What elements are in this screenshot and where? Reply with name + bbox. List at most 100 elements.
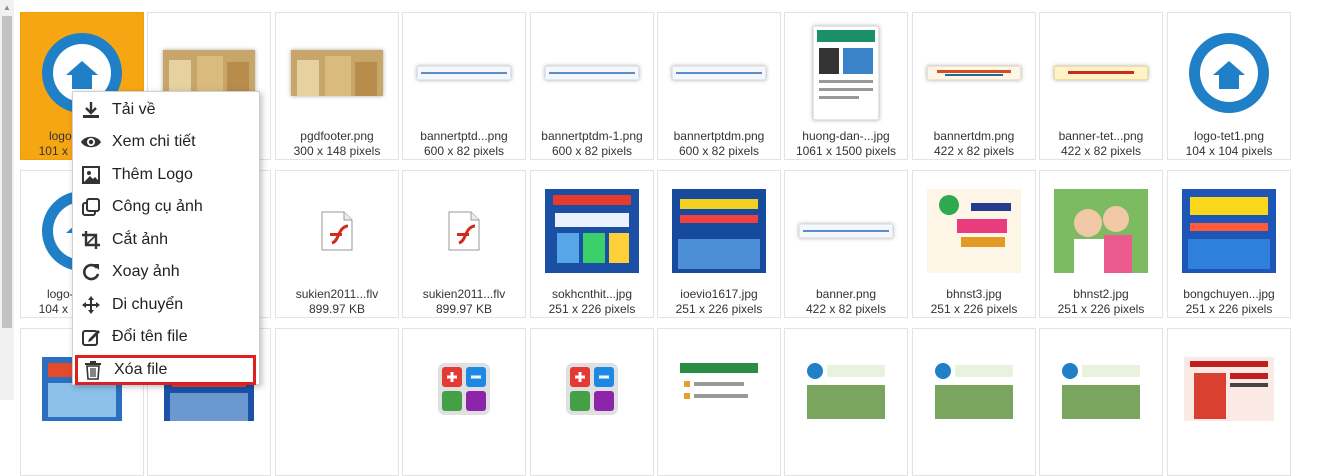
scrollbar-thumb[interactable] bbox=[2, 16, 12, 328]
file-name: logo-tet1.png bbox=[1193, 129, 1265, 143]
file-tile[interactable]: logo-tet1.png 104 x 104 pixels bbox=[1167, 12, 1291, 160]
menu-item-label: Đổi tên file bbox=[112, 328, 188, 345]
file-size: 251 x 226 pixels bbox=[930, 302, 1018, 316]
file-tile[interactable]: sokhcnthit...jpg 251 x 226 pixels bbox=[530, 170, 654, 318]
file-thumbnail bbox=[289, 25, 385, 121]
file-size: 422 x 82 pixels bbox=[1060, 144, 1142, 158]
file-thumbnail bbox=[416, 25, 512, 121]
file-tile[interactable] bbox=[530, 328, 654, 476]
file-size: 600 x 82 pixels bbox=[423, 144, 505, 158]
menu-item-move[interactable]: Di chuyển bbox=[73, 290, 259, 320]
file-tile[interactable]: bannertptd...png 600 x 82 pixels bbox=[402, 12, 526, 160]
file-tile[interactable]: bannertptdm.png 600 x 82 pixels bbox=[657, 12, 781, 160]
file-size: 600 x 82 pixels bbox=[551, 144, 633, 158]
file-thumbnail bbox=[544, 183, 640, 279]
file-name: banner.png bbox=[815, 287, 877, 301]
file-name: bongchuyen...jpg bbox=[1183, 287, 1275, 301]
file-name: bhnst3.jpg bbox=[946, 287, 1002, 301]
rename-icon bbox=[80, 326, 102, 348]
file-thumbnail bbox=[544, 341, 640, 437]
file-tile[interactable] bbox=[784, 328, 908, 476]
file-thumbnail bbox=[544, 25, 640, 121]
file-tile[interactable]: bhnst3.jpg 251 x 226 pixels bbox=[912, 170, 1036, 318]
file-tile[interactable] bbox=[402, 328, 526, 476]
menu-item-image-add[interactable]: Thêm Logo bbox=[73, 160, 259, 190]
file-size: 251 x 226 pixels bbox=[1185, 302, 1273, 316]
file-name: sokhcnthit...jpg bbox=[551, 287, 633, 301]
download-icon bbox=[80, 99, 102, 121]
crop-icon bbox=[80, 229, 102, 251]
file-tile[interactable] bbox=[912, 328, 1036, 476]
file-name: bannertdm.png bbox=[933, 129, 1015, 143]
eye-icon bbox=[80, 131, 102, 153]
file-thumbnail bbox=[1181, 25, 1277, 121]
file-size: 300 x 148 pixels bbox=[293, 144, 381, 158]
file-name: bannertptdm-1.png bbox=[541, 129, 643, 143]
menu-item-crop[interactable]: Cắt ảnh bbox=[73, 225, 259, 255]
file-tile[interactable] bbox=[275, 328, 399, 476]
file-tile[interactable]: bannertdm.png 422 x 82 pixels bbox=[912, 12, 1036, 160]
file-tile[interactable]: pgdfooter.png 300 x 148 pixels bbox=[275, 12, 399, 160]
file-tile[interactable] bbox=[1039, 328, 1163, 476]
file-size: 251 x 226 pixels bbox=[548, 302, 636, 316]
menu-item-label: Thêm Logo bbox=[112, 166, 193, 183]
file-name: sukien2011...flv bbox=[295, 287, 379, 301]
menu-item-label: Xem chi tiết bbox=[112, 133, 196, 150]
file-tile[interactable]: ioevio1617.jpg 251 x 226 pixels bbox=[657, 170, 781, 318]
file-thumbnail bbox=[1053, 25, 1149, 121]
file-thumbnail bbox=[671, 341, 767, 437]
menu-item-download[interactable]: Tải về bbox=[73, 95, 259, 125]
file-thumbnail bbox=[416, 341, 512, 437]
file-size: 251 x 226 pixels bbox=[675, 302, 763, 316]
image-tools-icon bbox=[80, 196, 102, 218]
file-tile[interactable]: bhnst2.jpg 251 x 226 pixels bbox=[1039, 170, 1163, 318]
file-size: 899.97 KB bbox=[308, 302, 366, 316]
file-tile[interactable]: huong-dan-...jpg 1061 x 1500 pixels bbox=[784, 12, 908, 160]
file-tile[interactable]: bongchuyen...jpg 251 x 226 pixels bbox=[1167, 170, 1291, 318]
file-thumbnail bbox=[798, 341, 894, 437]
menu-item-label: Xoay ảnh bbox=[112, 263, 180, 280]
image-add-icon bbox=[80, 164, 102, 186]
move-icon bbox=[80, 294, 102, 316]
file-size: 1061 x 1500 pixels bbox=[795, 144, 897, 158]
menu-item-image-tools[interactable]: Công cụ ảnh bbox=[73, 192, 259, 222]
menu-item-rename[interactable]: Đổi tên file bbox=[73, 322, 259, 352]
file-thumbnail bbox=[671, 25, 767, 121]
file-thumbnail bbox=[416, 183, 512, 279]
file-thumbnail bbox=[798, 183, 894, 279]
menu-item-eye[interactable]: Xem chi tiết bbox=[73, 127, 259, 157]
file-size: 422 x 82 pixels bbox=[933, 144, 1015, 158]
menu-item-label: Cắt ảnh bbox=[112, 231, 169, 248]
file-name: bannertptd...png bbox=[420, 129, 508, 143]
file-tile[interactable] bbox=[1167, 328, 1291, 476]
file-thumbnail bbox=[671, 183, 767, 279]
rotate-icon bbox=[80, 261, 102, 283]
file-name: ioevio1617.jpg bbox=[680, 287, 758, 301]
menu-item-label: Xóa file bbox=[114, 361, 168, 378]
file-tile[interactable]: banner.png 422 x 82 pixels bbox=[784, 170, 908, 318]
file-thumbnail bbox=[926, 183, 1022, 279]
file-tile[interactable]: sukien2011...flv 899.97 KB bbox=[402, 170, 526, 318]
file-tile[interactable] bbox=[657, 328, 781, 476]
file-thumbnail bbox=[1053, 341, 1149, 437]
file-name: bhnst2.jpg bbox=[1073, 287, 1129, 301]
menu-item-label: Tải về bbox=[112, 101, 156, 118]
file-thumbnail bbox=[926, 25, 1022, 121]
file-tile[interactable]: banner-tet...png 422 x 82 pixels bbox=[1039, 12, 1163, 160]
file-thumbnail bbox=[926, 341, 1022, 437]
menu-item-trash[interactable]: Xóa file bbox=[75, 355, 256, 385]
file-tile[interactable]: bannertptdm-1.png 600 x 82 pixels bbox=[530, 12, 654, 160]
file-tile[interactable]: sukien2011...flv 899.97 KB bbox=[275, 170, 399, 318]
trash-icon bbox=[82, 359, 104, 381]
file-thumbnail bbox=[1181, 183, 1277, 279]
file-size: 251 x 226 pixels bbox=[1057, 302, 1145, 316]
scroll-up-arrow-icon[interactable]: ▲ bbox=[0, 0, 14, 14]
menu-item-rotate[interactable]: Xoay ảnh bbox=[73, 257, 259, 287]
file-name: banner-tet...png bbox=[1058, 129, 1144, 143]
file-size: 104 x 104 pixels bbox=[1185, 144, 1273, 158]
file-thumbnail bbox=[798, 25, 894, 121]
menu-item-label: Công cụ ảnh bbox=[112, 198, 203, 215]
file-name: sukien2011...flv bbox=[422, 287, 506, 301]
context-menu: Tải về Xem chi tiết Thêm Logo Công cụ ảnh Cắ… bbox=[72, 91, 260, 385]
vertical-scrollbar[interactable]: ▲ bbox=[0, 0, 14, 400]
